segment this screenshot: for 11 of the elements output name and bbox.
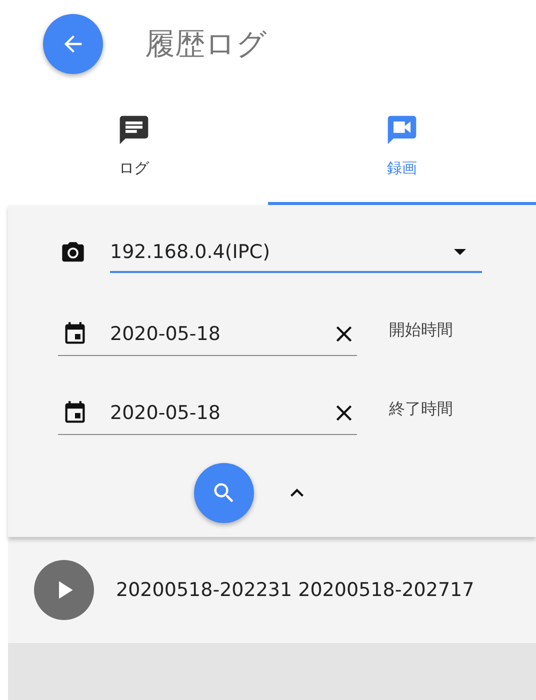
date-field[interactable]: 2020-05-18: [58, 317, 357, 356]
date-label: 終了時間: [389, 399, 453, 420]
search-button[interactable]: [194, 463, 254, 523]
back-button[interactable]: [43, 14, 103, 74]
date-label: 開始時間: [389, 320, 453, 341]
date-field[interactable]: 2020-05-18: [58, 396, 357, 435]
device-select[interactable]: 192.168.0.4(IPC): [110, 233, 482, 273]
recording-title: 20200518-202231 20200518-202717: [116, 579, 474, 601]
dropdown-caret-icon: [454, 249, 466, 255]
tab[interactable]: ログ: [0, 88, 268, 205]
page-title: 履歴ログ: [145, 26, 267, 64]
